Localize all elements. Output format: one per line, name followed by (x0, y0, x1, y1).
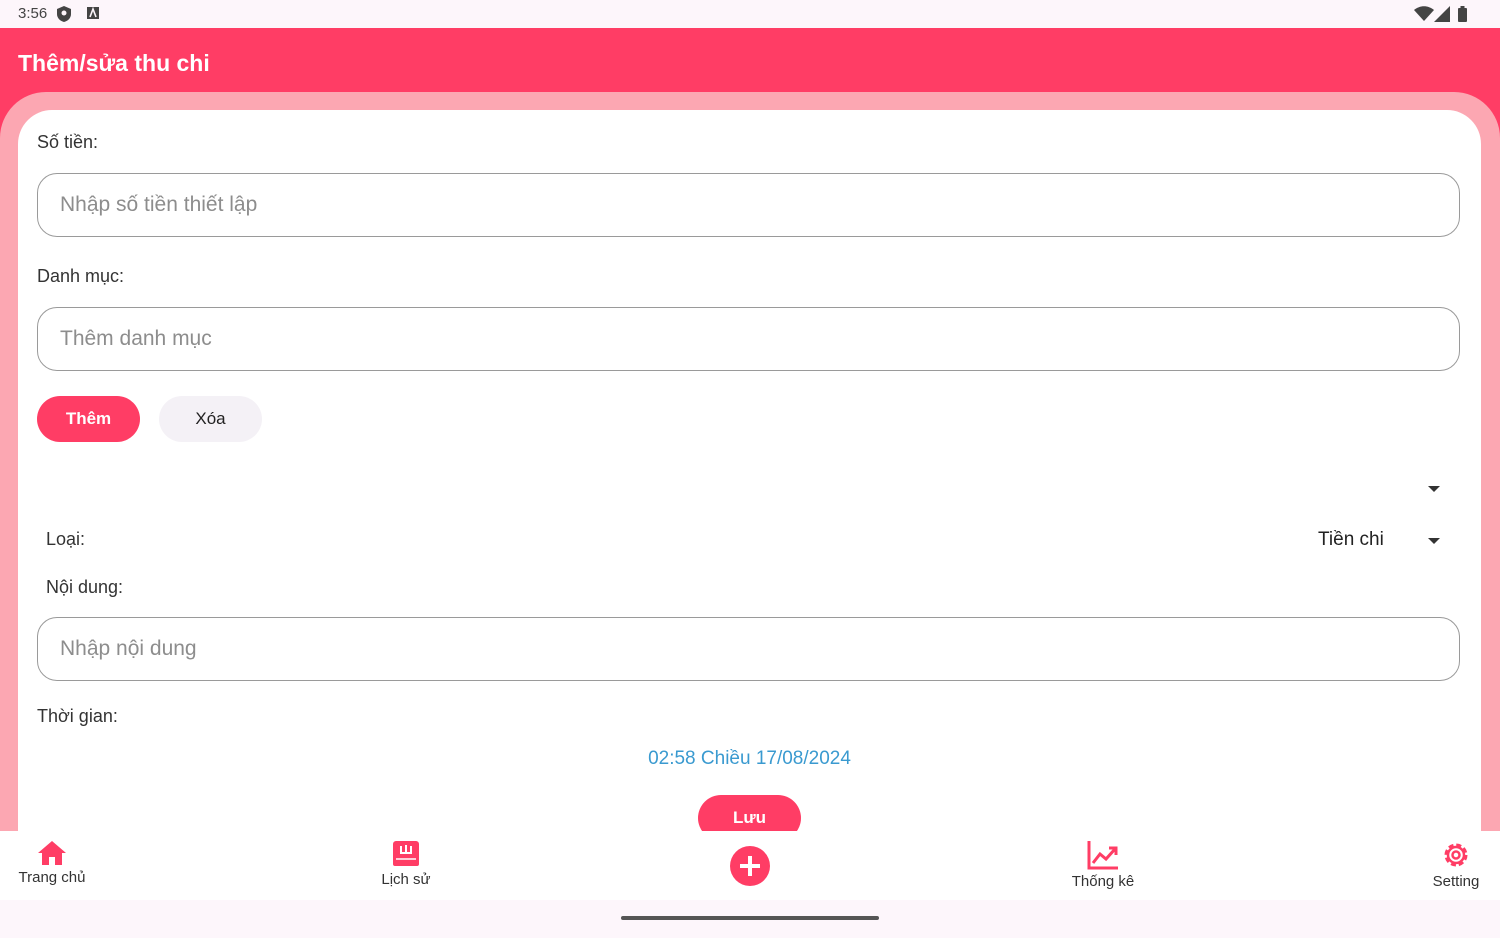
type-label: Loại: (46, 529, 86, 549)
gear-icon (1444, 843, 1468, 867)
battery-icon (1458, 6, 1467, 22)
type-dropdown-value: Tiền chi (1318, 529, 1384, 550)
form-card: Số tiền: Danh mục: Thêm Xóa Loại: Tiền c… (18, 110, 1481, 832)
category-label: Danh mục: (37, 266, 125, 286)
app-bar: Thêm/sửa thu chi (0, 28, 1500, 92)
chevron-down-icon (1428, 538, 1440, 544)
content-input[interactable] (37, 617, 1460, 681)
chart-line-icon (1087, 841, 1118, 870)
add-category-button[interactable]: Thêm (37, 396, 140, 442)
nav-item-home[interactable]: Trang chủ (12, 840, 92, 886)
category-dropdown[interactable] (37, 468, 1460, 508)
category-input[interactable] (37, 307, 1460, 371)
time-label: Thời gian: (37, 706, 118, 726)
amount-input[interactable] (37, 173, 1460, 237)
nav-item-add[interactable] (729, 846, 771, 889)
save-button[interactable]: Lưu (698, 795, 801, 832)
status-bar: 3:56 (0, 0, 1500, 28)
content-label: Nội dung: (46, 577, 124, 597)
nav-item-history[interactable]: Lịch sử (366, 840, 446, 888)
nav-item-statistics[interactable]: Thống kê (1063, 840, 1143, 890)
history-book-icon (393, 841, 419, 866)
delete-category-button[interactable]: Xóa (159, 396, 262, 442)
chevron-down-icon (1428, 486, 1440, 492)
wifi-icon (1414, 6, 1434, 21)
type-dropdown[interactable]: Tiền chi (1308, 518, 1460, 562)
bottom-nav: Trang chủ Lịch sử Thống kê Setting (0, 831, 1500, 900)
amount-label: Số tiền: (37, 132, 99, 152)
a11y-icon (87, 6, 99, 19)
gesture-home-bar[interactable] (621, 916, 879, 920)
add-circle-icon (730, 846, 770, 886)
nav-label-home: Trang chủ (18, 869, 86, 886)
page-title: Thêm/sửa thu chi (18, 50, 210, 76)
nav-label-setting: Setting (1432, 873, 1480, 890)
nav-label-statistics: Thống kê (1071, 873, 1135, 890)
nav-label-history: Lịch sử (381, 871, 431, 888)
datetime-picker[interactable]: 02:58 Chiều 17/08/2024 (18, 748, 1481, 770)
cell-signal-icon (1434, 6, 1450, 22)
home-icon (38, 841, 66, 865)
status-time: 3:56 (18, 5, 48, 22)
shield-icon (57, 6, 71, 22)
nav-item-setting[interactable]: Setting (1421, 840, 1491, 890)
